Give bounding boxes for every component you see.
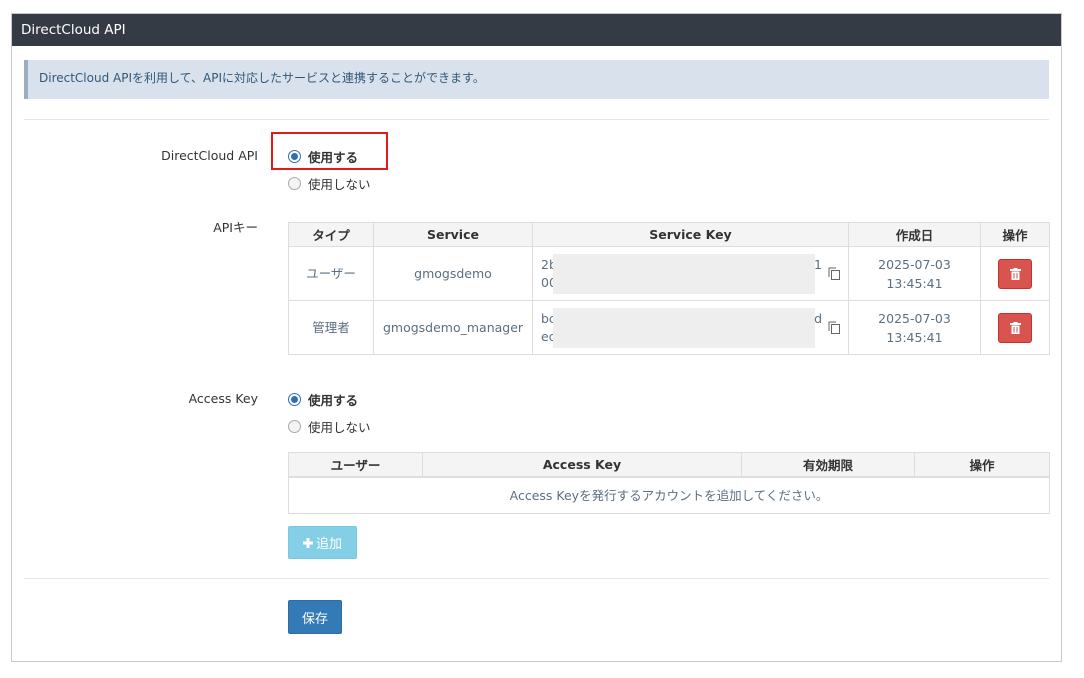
radio-unchecked[interactable]	[288, 419, 301, 433]
masked-key	[553, 254, 815, 294]
access-key-enable-option[interactable]: 使用する	[288, 390, 358, 408]
delete-button[interactable]	[998, 312, 1032, 343]
copy-icon[interactable]	[828, 321, 840, 334]
key-suffix: 1	[814, 257, 822, 272]
action-cell	[980, 300, 1050, 355]
trash-icon	[1010, 321, 1021, 334]
created-cell: 2025-07-03 13:45:41	[848, 300, 981, 355]
table-header-row: タイプ Service Service Key 作成日 操作	[288, 222, 1050, 247]
api-key-table: タイプ Service Service Key 作成日 操作 ユーザー gmog…	[288, 222, 1050, 355]
masked-key	[553, 308, 815, 348]
type-cell: ユーザー	[288, 246, 374, 301]
save-button-label: 保存	[301, 611, 328, 627]
radio-label: 使用する	[308, 392, 359, 408]
service-key-cell: bc ed d	[532, 300, 849, 355]
column-header-actions: 操作	[980, 222, 1050, 247]
service-key-cell: 2b 00 1	[532, 246, 849, 301]
api-key-label: APIキー	[213, 220, 258, 235]
directcloud-api-panel: DirectCloud API DirectCloud APIを利用して、API…	[11, 13, 1062, 662]
created-time: 13:45:41	[886, 329, 943, 345]
radio-label: 使用しない	[308, 419, 371, 435]
radio-label: 使用しない	[308, 176, 371, 192]
divider	[24, 119, 1049, 120]
access-key-table: ユーザー Access Key 有効期限 操作 Access Keyを発行するア…	[288, 452, 1050, 514]
highlight-annotation	[271, 132, 388, 170]
column-header-service: Service	[373, 222, 533, 247]
radio-checked[interactable]	[288, 392, 301, 406]
type-cell: 管理者	[288, 300, 374, 355]
directcloud-api-label: DirectCloud API	[161, 148, 258, 163]
save-button[interactable]: 保存	[288, 600, 342, 634]
directcloud-api-disable-option[interactable]: 使用しない	[288, 174, 371, 192]
action-cell	[980, 246, 1050, 301]
column-header-access-key: Access Key	[422, 452, 742, 478]
column-header-created: 作成日	[848, 222, 981, 247]
access-key-disable-option[interactable]: 使用しない	[288, 417, 371, 435]
add-button[interactable]: 追加	[288, 526, 357, 559]
trash-icon	[1010, 267, 1021, 280]
column-header-expiry: 有効期限	[741, 452, 915, 478]
table-header-row: ユーザー Access Key 有効期限 操作	[288, 452, 1050, 478]
info-message: DirectCloud APIを利用して、APIに対応したサービスと連携すること…	[24, 60, 1049, 99]
divider	[24, 578, 1049, 579]
delete-button[interactable]	[998, 258, 1032, 289]
column-header-user: ユーザー	[288, 452, 423, 478]
created-cell: 2025-07-03 13:45:41	[848, 246, 981, 301]
created-time: 13:45:41	[886, 275, 943, 291]
key-suffix: d	[814, 311, 822, 326]
access-key-label: Access Key	[188, 391, 258, 406]
column-header-type: タイプ	[288, 222, 374, 247]
table-row: ユーザー gmogsdemo 2b 00 1 2025-07-03 13:45:…	[288, 246, 1050, 301]
table-row: 管理者 gmogsdemo_manager bc ed d 2025-07-03…	[288, 300, 1050, 355]
column-header-actions: 操作	[914, 452, 1050, 478]
plus-icon	[302, 537, 313, 548]
created-date: 2025-07-03	[878, 256, 951, 272]
service-cell: gmogsdemo	[373, 246, 533, 301]
service-cell: gmogsdemo_manager	[373, 300, 533, 355]
copy-icon[interactable]	[828, 267, 840, 280]
column-header-service-key: Service Key	[532, 222, 849, 247]
radio-unchecked[interactable]	[288, 176, 301, 190]
empty-message: Access Keyを発行するアカウントを追加してください。	[288, 476, 1050, 514]
add-button-label: 追加	[315, 537, 342, 552]
empty-row: Access Keyを発行するアカウントを追加してください。	[288, 476, 1050, 514]
created-date: 2025-07-03	[878, 310, 951, 326]
panel-title: DirectCloud API	[12, 14, 1061, 46]
